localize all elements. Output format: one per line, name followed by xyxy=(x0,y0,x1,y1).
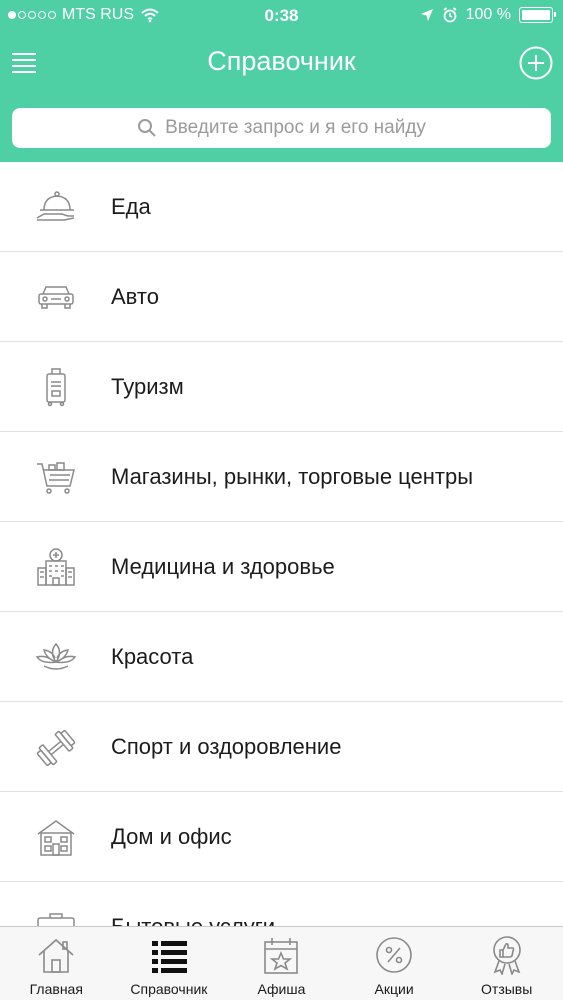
tab-label: Афиша xyxy=(257,981,306,997)
tab-home[interactable]: Главная xyxy=(0,927,113,1000)
category-label: Красота xyxy=(111,644,194,669)
hospital-icon xyxy=(37,548,75,586)
add-circle-icon[interactable] xyxy=(519,46,553,80)
dumbbell-icon xyxy=(36,729,76,767)
tab-directory[interactable]: Справочник xyxy=(113,927,226,1000)
battery-icon xyxy=(519,7,556,23)
status-right: 100 % xyxy=(420,6,556,24)
suitcase-icon xyxy=(46,368,66,407)
list-icon xyxy=(151,941,187,973)
category-label: Дом и офис xyxy=(111,824,232,849)
category-item-food[interactable]: Еда xyxy=(0,162,563,252)
category-item-beauty[interactable]: Красота xyxy=(0,612,563,702)
category-item-services[interactable]: Бытовые услуги xyxy=(0,882,563,926)
battery-percent: 100 % xyxy=(465,6,511,23)
category-item-home-office[interactable]: Дом и офис xyxy=(0,792,563,882)
alarm-icon xyxy=(443,7,457,23)
category-label: Магазины, рынки, торговые центры xyxy=(111,464,474,489)
tab-events[interactable]: Афиша xyxy=(225,927,338,1000)
car-icon xyxy=(38,286,74,309)
category-item-shops[interactable]: Магазины, рынки, торговые центры xyxy=(0,432,563,522)
category-item-sport[interactable]: Спорт и оздоровление xyxy=(0,702,563,792)
house-icon xyxy=(37,820,75,856)
tab-label: Справочник xyxy=(130,981,208,997)
location-arrow-icon xyxy=(420,9,433,21)
category-label: Туризм xyxy=(111,374,184,399)
thumbs-up-badge-icon xyxy=(492,936,521,975)
search-input[interactable]: Введите запрос и я его найду xyxy=(12,108,551,148)
status-bar: MTS RUS 0:38 100 % xyxy=(0,0,563,32)
category-label: Спорт и оздоровление xyxy=(111,734,342,759)
calendar-star-icon xyxy=(264,938,299,974)
category-label: Еда xyxy=(111,194,151,219)
tab-promotions[interactable]: Акции xyxy=(338,927,451,1000)
category-label: Бытовые услуги xyxy=(111,882,275,926)
toolbox-icon xyxy=(37,913,75,926)
shopping-cart-icon xyxy=(37,462,75,494)
category-item-tourism[interactable]: Туризм xyxy=(0,342,563,432)
tab-label: Главная xyxy=(29,981,83,997)
home-icon xyxy=(38,938,74,973)
tab-reviews[interactable]: Отзывы xyxy=(450,927,563,1000)
category-list: Еда Авто Туризм Магазины, рынки, торговы… xyxy=(0,162,563,926)
category-item-auto[interactable]: Авто xyxy=(0,252,563,342)
category-label: Медицина и здоровье xyxy=(111,554,335,579)
search-placeholder: Введите запрос и я его найду xyxy=(165,117,426,138)
category-item-medicine[interactable]: Медицина и здоровье xyxy=(0,522,563,612)
food-cloche-icon xyxy=(36,191,75,221)
category-label: Авто xyxy=(111,284,159,309)
percent-icon xyxy=(376,937,412,973)
app-header: MTS RUS 0:38 100 % Справочник Введите за… xyxy=(0,0,563,162)
tab-label: Акции xyxy=(374,981,414,997)
search-icon xyxy=(138,119,156,137)
tab-bar: Главная Справочник Афиша Акции Отзывы xyxy=(0,926,563,1000)
tab-label: Отзывы xyxy=(481,981,533,997)
page-title: Справочник xyxy=(207,46,356,76)
lotus-icon xyxy=(35,642,77,670)
